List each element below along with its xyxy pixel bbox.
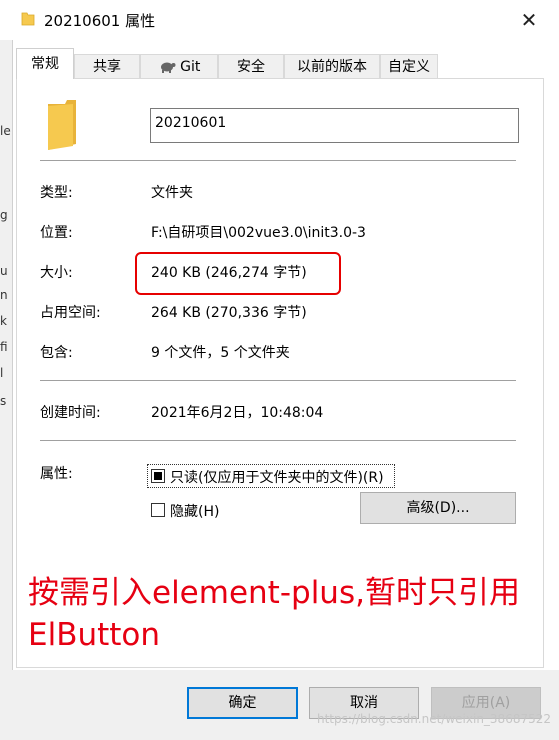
readonly-label[interactable]: 只读(仅应用于文件夹中的文件)(R) — [170, 467, 384, 487]
background-text: s — [0, 394, 7, 408]
divider — [40, 160, 516, 161]
folder-large-icon — [48, 100, 76, 150]
tab-sharing[interactable]: 共享 — [74, 54, 140, 78]
close-button[interactable]: ✕ — [513, 6, 545, 34]
watermark: https://blog.csdn.net/weixin_38687522 — [316, 712, 551, 726]
background-text: g — [0, 208, 8, 222]
location-label: 位置: — [40, 225, 73, 241]
location-value: F:\自研项目\002vue3.0\init3.0-3 — [151, 225, 366, 241]
tab-security[interactable]: 安全 — [218, 54, 284, 78]
contains-label: 包含: — [40, 345, 73, 361]
annotation-text: 按需引入element-plus,暂时只引用ElButton — [28, 575, 520, 653]
title-bar: 20210601 属性 ✕ — [0, 0, 559, 40]
tab-general[interactable]: 常规 — [16, 48, 74, 79]
ok-button[interactable]: 确定 — [187, 687, 298, 719]
background-text: u — [0, 264, 8, 278]
readonly-checkbox[interactable] — [151, 469, 165, 483]
tab-git[interactable]: Git — [140, 54, 218, 78]
git-tortoise-icon — [160, 62, 176, 73]
size-label: 大小: — [40, 265, 73, 281]
type-label: 类型: — [40, 185, 73, 201]
tab-git-label: Git — [180, 59, 201, 75]
hidden-checkbox[interactable] — [151, 503, 165, 517]
created-label: 创建时间: — [40, 405, 101, 421]
hidden-label[interactable]: 隐藏(H) — [170, 501, 219, 521]
folder-icon — [21, 12, 35, 26]
created-value: 2021年6月2日，10:48:04 — [151, 405, 324, 421]
attributes-label: 属性: — [40, 466, 73, 482]
divider — [40, 380, 516, 381]
background-text: l — [0, 366, 4, 380]
contains-value: 9 个文件，5 个文件夹 — [151, 345, 290, 361]
size-on-disk-label: 占用空间: — [40, 305, 101, 321]
size-on-disk-value: 264 KB (270,336 字节) — [151, 305, 307, 321]
background-text: k — [0, 314, 7, 328]
type-value: 文件夹 — [151, 185, 193, 201]
divider — [40, 440, 516, 441]
size-highlight-box — [135, 252, 341, 295]
advanced-button[interactable]: 高级(D)... — [360, 492, 516, 524]
folder-name-input[interactable]: 20210601 — [150, 108, 519, 143]
background-text: n — [0, 288, 8, 302]
background-text: fi — [0, 340, 8, 354]
background-text: le — [0, 124, 11, 138]
window-title: 20210601 属性 — [44, 12, 156, 30]
tab-customize[interactable]: 自定义 — [380, 54, 438, 78]
tab-previous-versions[interactable]: 以前的版本 — [284, 54, 380, 78]
